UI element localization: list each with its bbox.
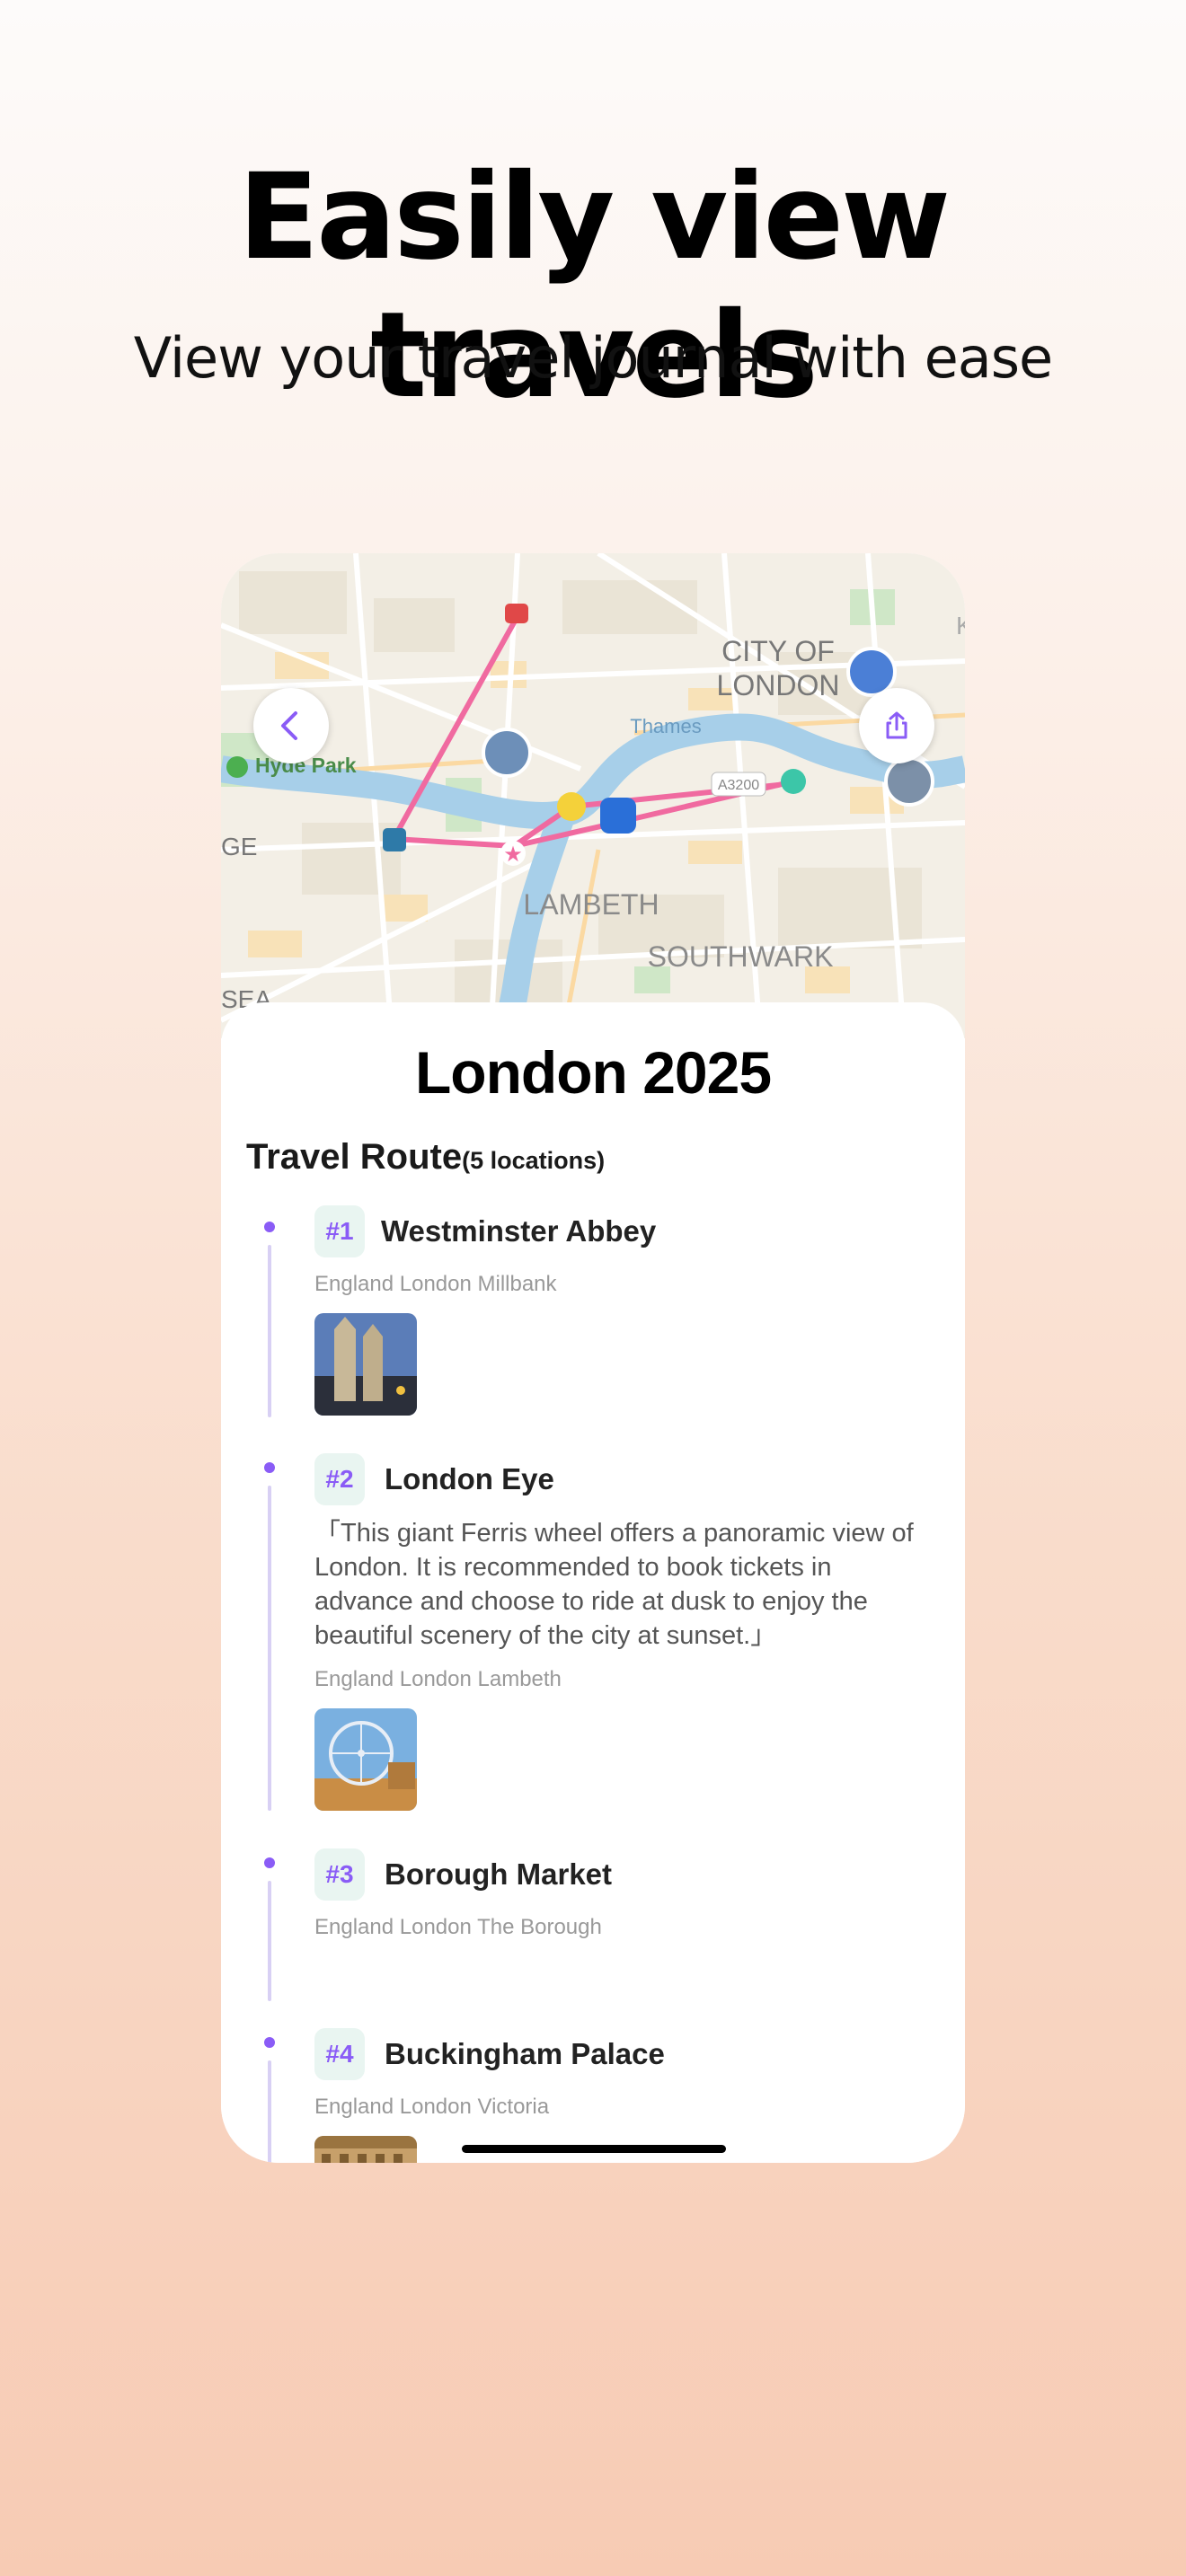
- svg-text:CITY OF: CITY OF: [721, 635, 835, 667]
- svg-text:SOUTHWARK: SOUTHWARK: [648, 940, 834, 973]
- route-stop[interactable]: #4 Buckingham Palace England London Vict…: [221, 2028, 965, 2163]
- stop-location: England London The Borough: [314, 1915, 602, 1939]
- timeline-dot: [264, 1222, 275, 1232]
- timeline-dot: [264, 1462, 275, 1473]
- stop-number-badge: #2: [314, 1453, 365, 1505]
- svg-text:LAMBETH: LAMBETH: [523, 888, 659, 921]
- stop-location: England London Lambeth: [314, 1667, 562, 1691]
- route-stop[interactable]: #2 London Eye 「This giant Ferris wheel o…: [221, 1453, 965, 1831]
- stop-number-badge: #1: [314, 1205, 365, 1257]
- london-eye-photo: [314, 1708, 417, 1811]
- trip-title: London 2025: [414, 1039, 772, 1106]
- route-stop[interactable]: #3 Borough Market England London The Bor…: [221, 1848, 965, 2010]
- chevron-left-icon: [281, 711, 297, 740]
- route-count: (5 locations): [462, 1147, 606, 1174]
- stop-name: London Eye: [385, 1462, 554, 1495]
- stop-name: Borough Market: [385, 1857, 613, 1891]
- route-map[interactable]: CITY OF LONDON Thames Hyde Park LAMBETH …: [221, 553, 965, 1038]
- stop-photo[interactable]: [314, 1313, 417, 1416]
- svg-text:Thames: Thames: [630, 715, 701, 737]
- phone-screen: CITY OF LONDON Thames Hyde Park LAMBETH …: [221, 553, 965, 2163]
- stop-location: England London Millbank: [314, 1272, 557, 1296]
- timeline-line: [268, 1881, 271, 2001]
- route-label: Travel Route: [246, 1137, 463, 1177]
- stop-location: England London Victoria: [314, 2095, 550, 2119]
- stop-name: Westminster Abbey: [381, 1214, 657, 1248]
- svg-text:A3200: A3200: [718, 778, 759, 793]
- westminster-abbey-photo: [314, 1313, 417, 1416]
- svg-text:GE: GE: [221, 833, 257, 860]
- svg-text:★: ★: [503, 842, 523, 867]
- timeline-dot: [264, 1857, 275, 1868]
- stop-number-badge: #3: [314, 1848, 365, 1901]
- timeline-line: [268, 1486, 271, 1811]
- map-canvas: CITY OF LONDON Thames Hyde Park LAMBETH …: [221, 553, 965, 1038]
- home-indicator[interactable]: [462, 2145, 726, 2153]
- route-heading: Travel Route(5 locations): [246, 1137, 605, 1178]
- svg-text:LONDON: LONDON: [717, 669, 840, 701]
- stop-number-badge: #4: [314, 2028, 365, 2080]
- timeline-line: [268, 1245, 271, 1417]
- share-icon: [886, 711, 907, 739]
- share-button[interactable]: [859, 688, 934, 763]
- svg-text:K: K: [956, 612, 965, 640]
- stop-note: 「This giant Ferris wheel offers a panora…: [314, 1519, 914, 1650]
- stop-name: Buckingham Palace: [385, 2037, 665, 2070]
- journal-sheet: London 2025 Travel Route(5 locations) #1…: [221, 1002, 965, 2163]
- hero-subline: View your travel journal with ease: [133, 325, 1053, 391]
- stop-photo[interactable]: [314, 2136, 417, 2163]
- stop-photo[interactable]: [314, 1708, 417, 1811]
- timeline-dot: [264, 2037, 275, 2048]
- route-stop[interactable]: #1 Westminster Abbey England London Mill…: [221, 1205, 965, 1439]
- back-button[interactable]: [253, 688, 329, 763]
- timeline-line: [268, 2060, 271, 2163]
- buckingham-palace-photo: [314, 2136, 417, 2163]
